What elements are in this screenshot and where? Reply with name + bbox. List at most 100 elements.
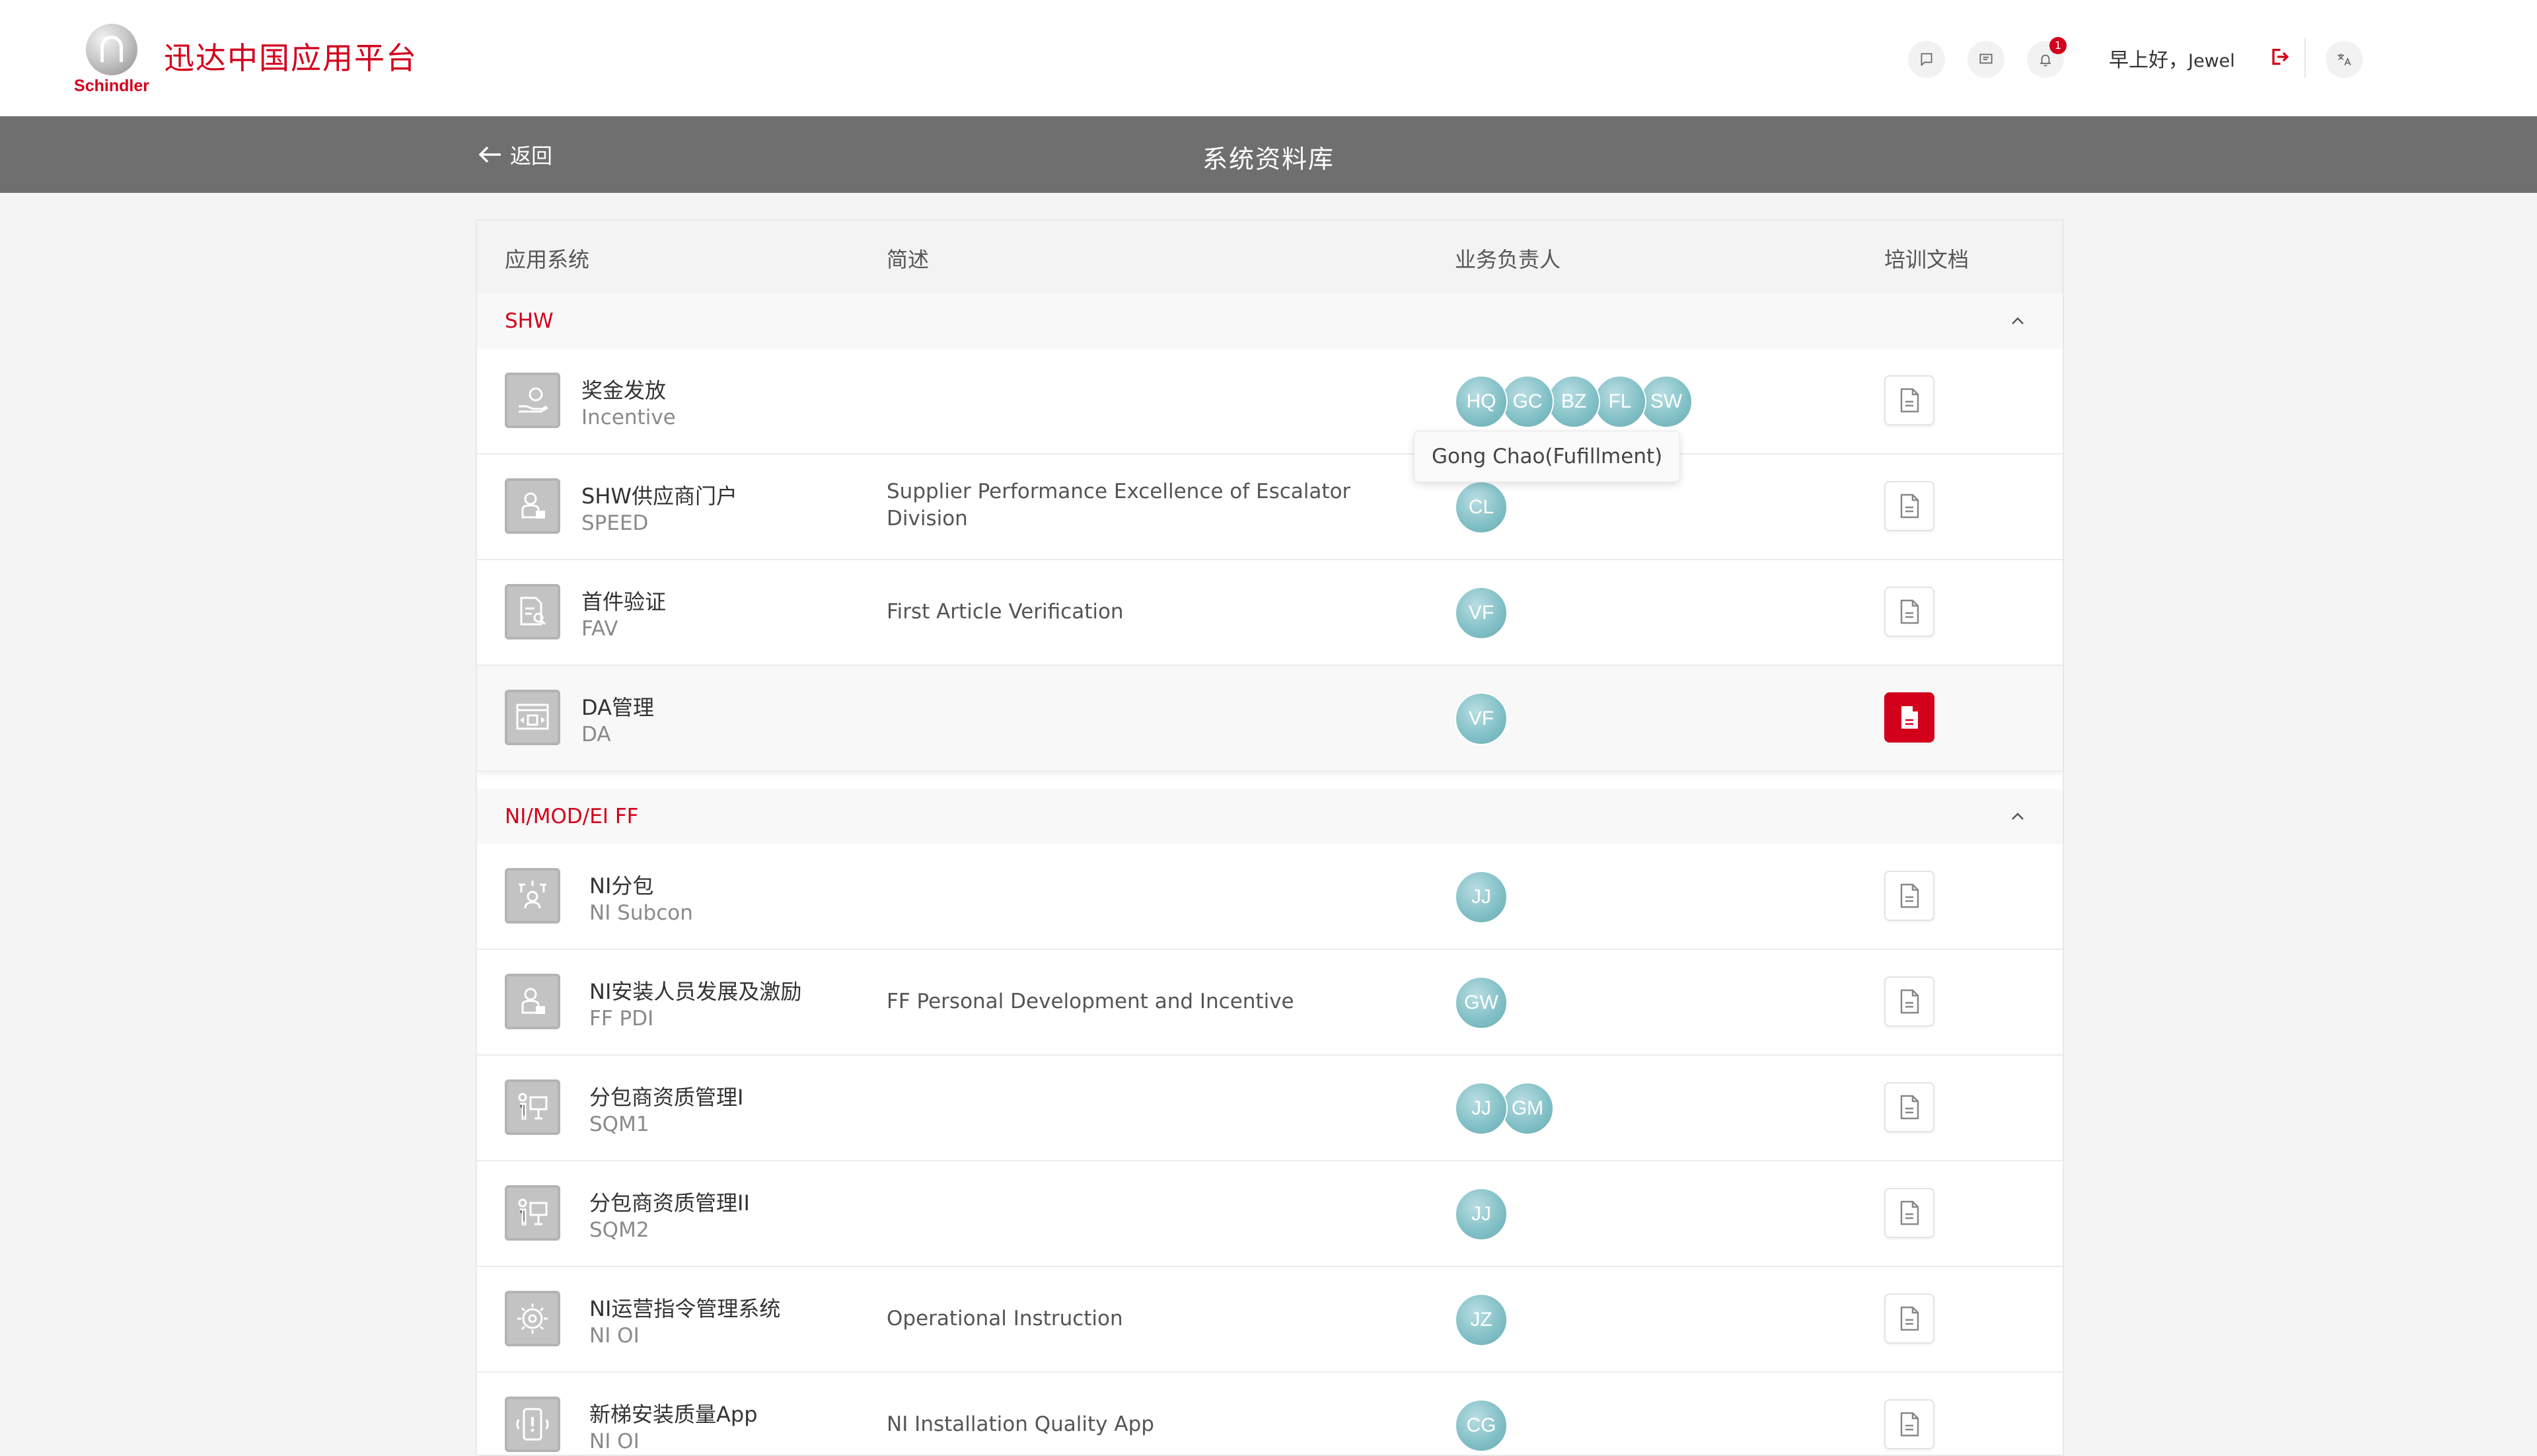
group-header[interactable]: NI/MOD/EI FF xyxy=(477,789,2063,844)
owner-avatars: JJ xyxy=(1455,871,1508,924)
message-button[interactable] xyxy=(1908,41,1945,78)
app-name[interactable]: DA管理 xyxy=(581,691,654,721)
training-doc-button[interactable] xyxy=(1884,481,1934,531)
training-doc-button[interactable] xyxy=(1884,1188,1934,1238)
page-header-bar: 返回 系统资料库 xyxy=(0,116,2537,193)
app-name[interactable]: NI运营指令管理系统 xyxy=(589,1292,780,1323)
group-label: SHW xyxy=(505,309,554,333)
owner-avatars: HQ GC BZ FL SW xyxy=(1455,375,1693,428)
table-row[interactable]: NI分包 NI Subcon JJ xyxy=(477,844,2063,950)
owner-avatars: JJ GM xyxy=(1455,1082,1554,1135)
owner-avatar[interactable]: FL xyxy=(1594,375,1646,428)
gear-people-icon xyxy=(517,1303,548,1334)
column-header-owner: 业务负责人 xyxy=(1455,247,1561,272)
app-name[interactable]: 新梯安装质量App xyxy=(589,1398,758,1428)
owner-avatar[interactable]: VF xyxy=(1455,587,1508,639)
table-row[interactable]: 分包商资质管理II SQM2 JJ xyxy=(477,1161,2063,1267)
document-icon xyxy=(1900,883,1919,908)
translate-icon xyxy=(2337,54,2351,65)
owner-avatar[interactable]: SW xyxy=(1640,375,1693,428)
app-description: First Article Verification xyxy=(887,600,1124,624)
table-row[interactable]: SHW供应商门户 SPEED Supplier Performance Excell… xyxy=(477,455,2063,560)
bell-icon xyxy=(2040,54,2051,67)
hand-coin-icon xyxy=(519,387,548,413)
owner-avatars: JJ xyxy=(1455,1188,1508,1241)
owner-avatar[interactable]: JJ xyxy=(1455,871,1508,924)
chevron-up-icon[interactable] xyxy=(2007,310,2028,332)
owner-avatar[interactable]: HQ xyxy=(1455,375,1508,428)
training-doc-button[interactable] xyxy=(1884,1082,1934,1132)
group-label: NI/MOD/EI FF xyxy=(505,805,639,828)
training-doc-button[interactable] xyxy=(1884,692,1934,743)
owner-avatar[interactable]: JJ xyxy=(1455,1188,1508,1241)
phone-alert-icon xyxy=(516,1408,549,1441)
logout-icon[interactable] xyxy=(2267,45,2291,69)
app-code: SQM1 xyxy=(589,1112,649,1136)
announcement-icon xyxy=(1979,54,1993,64)
app-code: DA xyxy=(581,723,611,746)
column-header-docs: 培训文档 xyxy=(1884,247,1969,272)
owner-avatar[interactable]: JJ xyxy=(1455,1082,1508,1135)
training-doc-button[interactable] xyxy=(1884,587,1934,637)
table-row[interactable]: DA管理 DA VF xyxy=(477,666,2063,772)
owner-avatar[interactable]: VF xyxy=(1455,692,1508,745)
owner-avatar[interactable]: GW xyxy=(1455,976,1508,1029)
owner-avatars: JZ xyxy=(1455,1293,1508,1346)
table-row[interactable]: 新梯安装质量App NI OI NI Installation Quality Ap… xyxy=(477,1373,2063,1455)
app-name[interactable]: SHW供应商门户 xyxy=(581,480,737,510)
app-icon xyxy=(505,974,560,1029)
app-icon xyxy=(505,868,560,924)
app-name[interactable]: 奖金发放 xyxy=(581,374,666,404)
training-doc-button[interactable] xyxy=(1884,1293,1934,1344)
owner-avatar[interactable]: BZ xyxy=(1547,375,1600,428)
app-name[interactable]: NI安装人员发展及激励 xyxy=(589,975,801,1005)
owner-avatar[interactable]: CG xyxy=(1455,1399,1508,1452)
announcement-button[interactable] xyxy=(1967,41,2004,78)
training-doc-button[interactable] xyxy=(1884,871,1934,921)
owner-avatars: VF xyxy=(1455,692,1508,745)
app-code: NI OI xyxy=(589,1430,640,1453)
logo-text: Schindler xyxy=(74,77,149,95)
document-icon xyxy=(1900,989,1919,1014)
table-row[interactable]: 首件验证 FAV First Article Verification VF xyxy=(477,560,2063,666)
greeting-text: 早上好， xyxy=(2109,49,2188,72)
app-description: NI Installation Quality App xyxy=(887,1412,1154,1436)
app-icon xyxy=(505,1079,560,1135)
table-row[interactable]: 奖金发放 Incentive HQ GC BZ FL SW xyxy=(477,349,2063,455)
app-name[interactable]: NI分包 xyxy=(589,869,653,900)
presenter-board-icon xyxy=(518,1093,548,1120)
owner-avatar[interactable]: CL xyxy=(1455,481,1508,534)
table-row[interactable]: 分包商资质管理I SQM1 JJ GM xyxy=(477,1056,2063,1161)
owner-avatar[interactable]: GM xyxy=(1501,1082,1554,1135)
app-title: 迅达中国应用平台 xyxy=(164,40,418,76)
table-row[interactable]: NI安装人员发展及激励 FF PDI FF Personal Development… xyxy=(477,950,2063,1056)
app-name[interactable]: 分包商资质管理II xyxy=(589,1186,750,1217)
logo-emblem-icon xyxy=(86,24,137,75)
training-doc-button[interactable] xyxy=(1884,375,1934,425)
owner-avatar[interactable]: GC xyxy=(1501,375,1554,428)
training-doc-button[interactable] xyxy=(1884,976,1934,1027)
chevron-up-icon[interactable] xyxy=(2007,806,2028,827)
message-icon xyxy=(1921,53,1932,66)
language-button[interactable] xyxy=(2326,41,2363,78)
group-header[interactable]: SHW xyxy=(477,293,2063,349)
app-icon xyxy=(505,478,560,534)
notification-button[interactable]: 1 xyxy=(2027,37,2067,78)
app-name[interactable]: 首件验证 xyxy=(581,585,666,616)
table-row[interactable]: NI运营指令管理系统 NI OI Operational Instruction JZ xyxy=(477,1267,2063,1373)
owner-avatar[interactable]: JZ xyxy=(1455,1293,1508,1346)
schindler-logo[interactable]: Schindler xyxy=(69,24,155,96)
training-doc-button[interactable] xyxy=(1884,1399,1934,1449)
document-icon xyxy=(1901,706,1918,729)
owner-avatars: VF xyxy=(1455,587,1508,639)
app-name[interactable]: 分包商资质管理I xyxy=(589,1081,743,1111)
table-header: 应用系统 简述 业务负责人 培训文档 xyxy=(477,221,2063,295)
document-icon xyxy=(1900,493,1919,519)
owner-avatars: GW xyxy=(1455,976,1508,1029)
document-icon xyxy=(1900,599,1919,624)
app-icon xyxy=(505,584,560,639)
column-header-app: 应用系统 xyxy=(505,247,590,272)
app-code: NI OI xyxy=(589,1324,640,1348)
window-arrows-icon xyxy=(516,704,549,730)
notification-badge: 1 xyxy=(2049,37,2067,54)
